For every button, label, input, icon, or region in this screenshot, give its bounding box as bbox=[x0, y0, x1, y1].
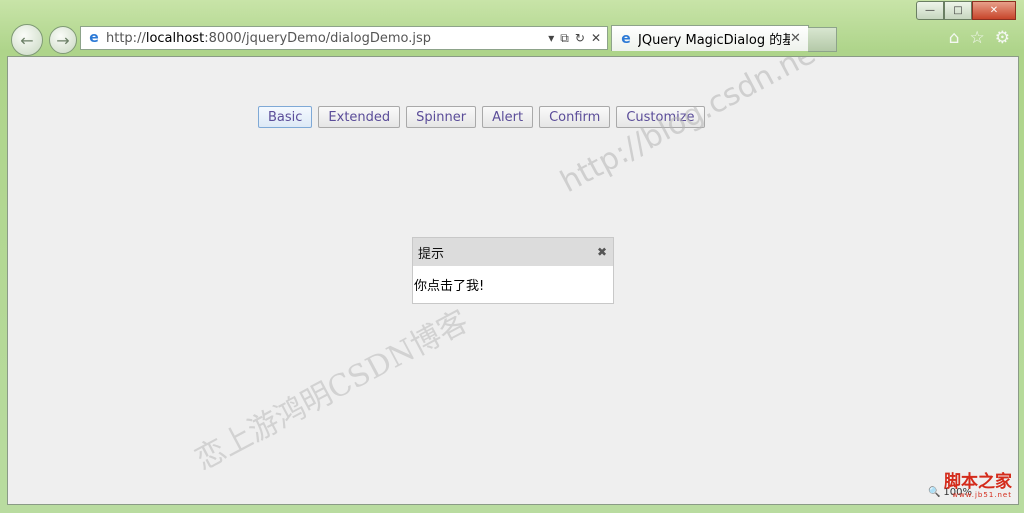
site-logo: 脚本之家 www.jb51.net bbox=[944, 472, 1012, 500]
dialog-title: 提示 bbox=[418, 246, 445, 262]
status-bar: 🔍 100% bbox=[7, 484, 1019, 505]
tab-title: JQuery MagicDialog 的基... bbox=[638, 33, 790, 48]
new-tab-button[interactable] bbox=[808, 27, 837, 52]
browser-toolbar: ← → e http://localhost:8000/jqueryDemo/d… bbox=[0, 22, 1024, 56]
page-content: Basic Extended Spinner Alert Confirm Cus… bbox=[7, 56, 1019, 485]
browser-window: — □ ✕ ← → e http://localhost:8000/jquery… bbox=[0, 0, 1024, 513]
url-text[interactable]: http://localhost:8000/jqueryDemo/dialogD… bbox=[106, 31, 548, 46]
title-bar: — □ ✕ bbox=[0, 0, 1024, 22]
dialog-header[interactable]: 提示 ✖ bbox=[413, 238, 613, 266]
basic-button[interactable]: Basic bbox=[258, 106, 313, 128]
address-bar[interactable]: e http://localhost:8000/jqueryDemo/dialo… bbox=[80, 26, 608, 50]
logo-url: www.jb51.net bbox=[952, 491, 1012, 499]
url-host: localhost bbox=[145, 30, 205, 46]
tab-close-icon[interactable]: ✕ bbox=[790, 31, 804, 46]
ie-logo-icon: e bbox=[89, 30, 99, 46]
url-path: :8000/jqueryDemo/dialogDemo.jsp bbox=[204, 30, 431, 46]
close-window-button[interactable]: ✕ bbox=[972, 1, 1016, 20]
favorites-star-icon[interactable]: ☆ bbox=[970, 28, 985, 48]
spinner-button[interactable]: Spinner bbox=[406, 106, 477, 128]
refresh-icon[interactable]: ↻ bbox=[575, 31, 585, 46]
forward-arrow-icon: → bbox=[56, 30, 70, 50]
magic-dialog: 提示 ✖ 你点击了我! bbox=[412, 237, 614, 304]
watermark-author: 恋上游鸿明CSDN博客 bbox=[189, 304, 475, 478]
toolbar-right-icons: ⌂ ☆ ⚙ bbox=[949, 28, 1010, 48]
tab-active[interactable]: e JQuery MagicDialog 的基... ✕ bbox=[611, 25, 809, 51]
home-icon[interactable]: ⌂ bbox=[949, 28, 960, 48]
minimize-button[interactable]: — bbox=[916, 1, 944, 20]
stop-icon[interactable]: ✕ bbox=[591, 31, 601, 46]
maximize-button[interactable]: □ bbox=[944, 1, 972, 20]
compat-view-icon[interactable]: ⧉ bbox=[560, 31, 569, 46]
back-arrow-icon: ← bbox=[20, 30, 34, 50]
logo-chinese: 脚本之家 bbox=[944, 472, 1012, 492]
forward-button[interactable]: → bbox=[49, 26, 77, 54]
zoom-icon: 🔍 bbox=[927, 487, 941, 498]
url-protocol: http:// bbox=[106, 30, 146, 46]
dialog-close-icon[interactable]: ✖ bbox=[597, 245, 607, 259]
tools-gear-icon[interactable]: ⚙ bbox=[995, 28, 1010, 48]
dropdown-arrow-icon[interactable]: ▾ bbox=[548, 31, 554, 46]
dialog-message: 你点击了我! bbox=[414, 279, 485, 294]
alert-button[interactable]: Alert bbox=[482, 106, 534, 128]
back-button[interactable]: ← bbox=[11, 24, 43, 56]
tab-ie-logo-icon: e bbox=[621, 30, 631, 47]
address-actions: ▾ ⧉ ↻ ✕ bbox=[548, 31, 601, 46]
window-controls: — □ ✕ bbox=[916, 1, 1016, 20]
extended-button[interactable]: Extended bbox=[318, 106, 401, 128]
confirm-button[interactable]: Confirm bbox=[539, 106, 611, 128]
